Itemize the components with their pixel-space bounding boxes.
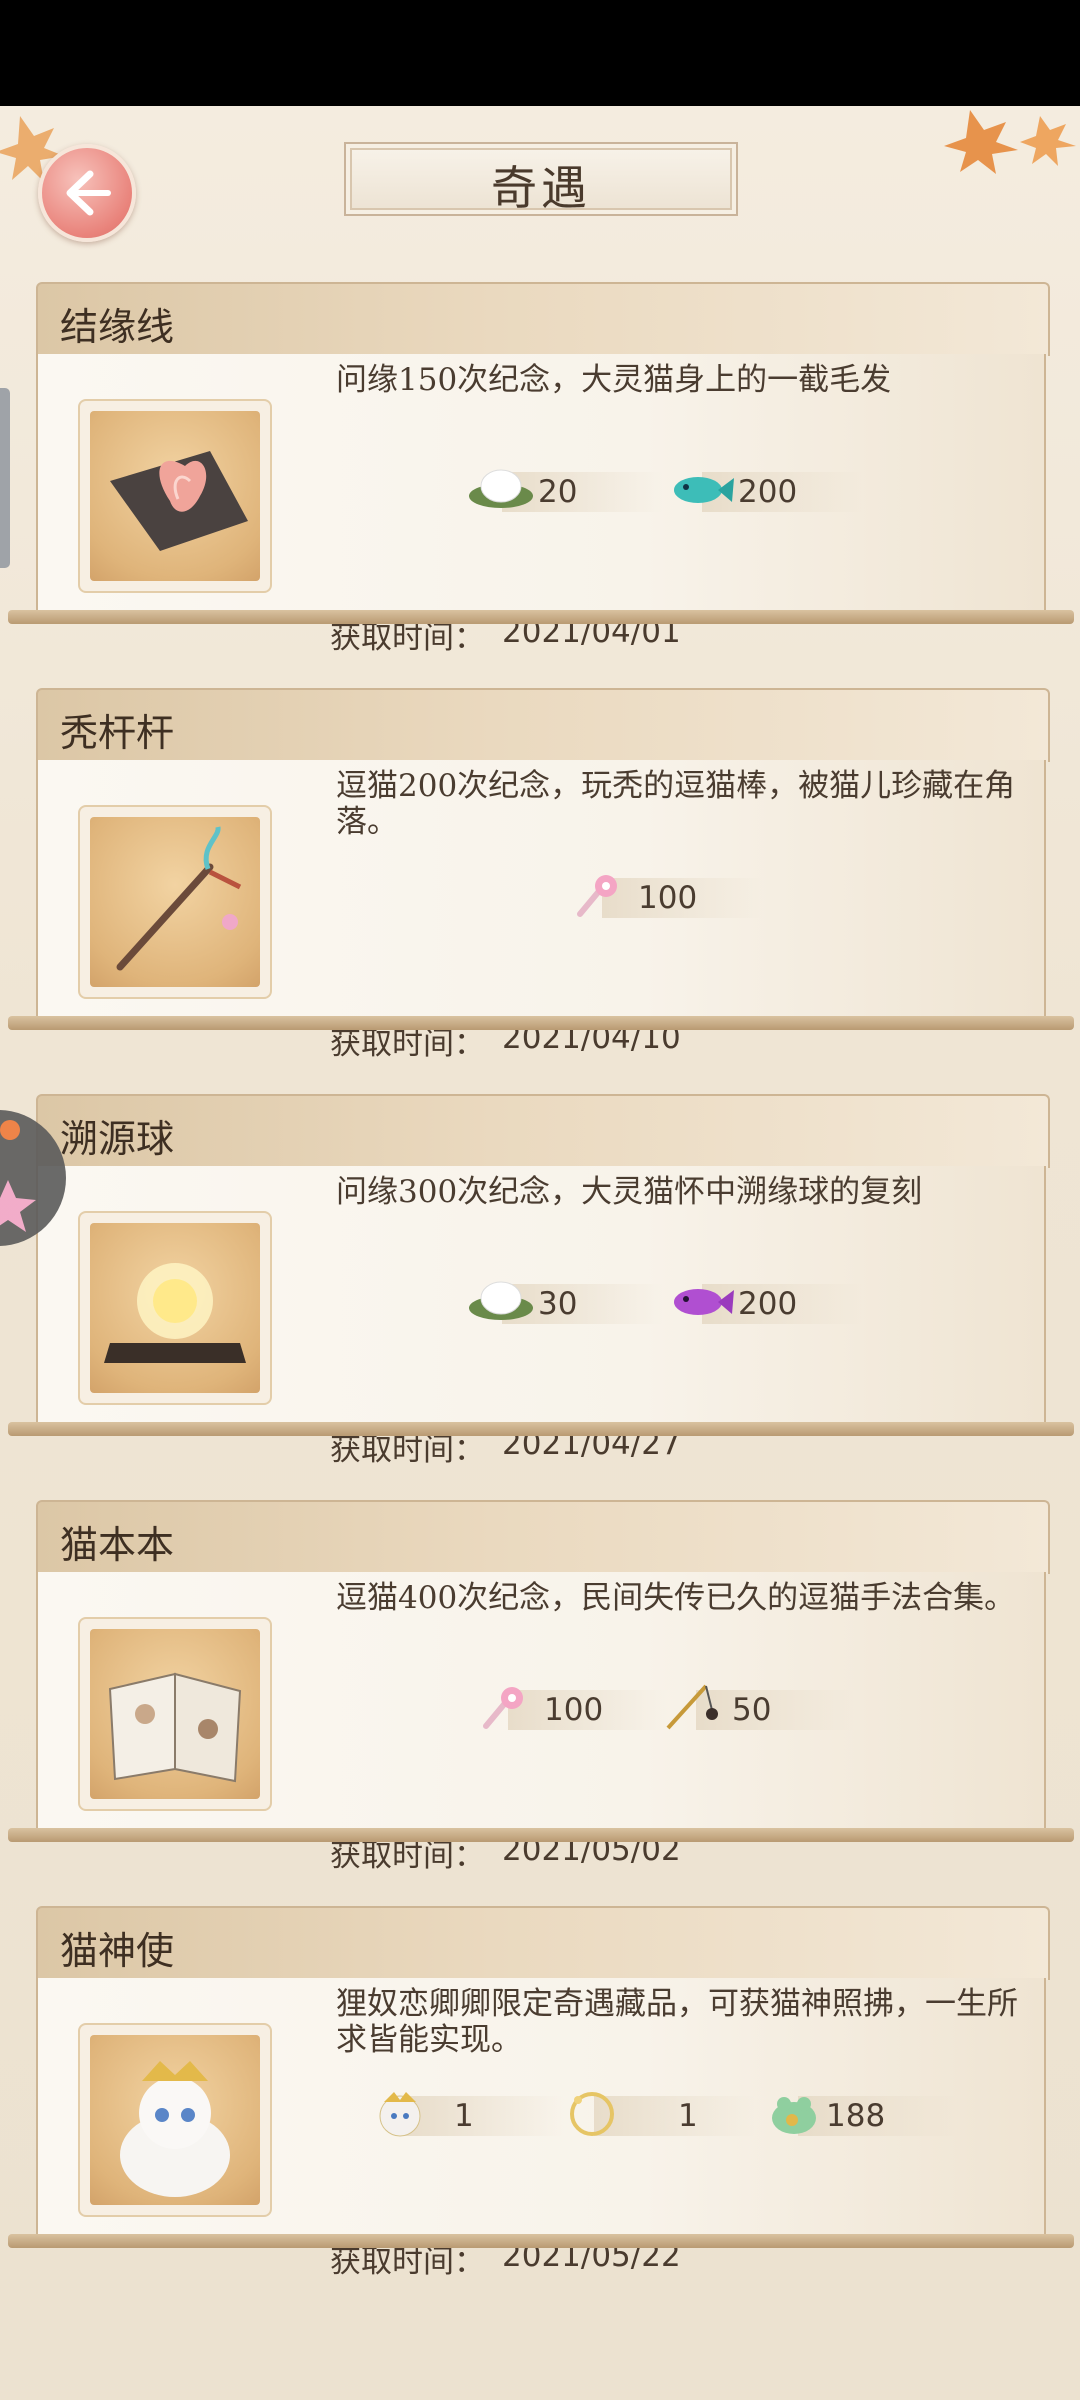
reward-count: 1	[678, 2098, 698, 2134]
collectible-card[interactable]: 秃杆杆 逗猫200次纪念，玩秃的逗猫棒，被猫儿珍藏在角落。 100 获取时间： …	[8, 688, 1074, 1062]
glowing-orb-icon	[104, 1263, 246, 1363]
reward-count: 200	[738, 474, 798, 510]
cat-teaser-stick-icon	[116, 826, 242, 971]
feather-teaser-icon	[666, 1684, 718, 1730]
item-thumbnail	[78, 399, 272, 593]
maple-leaves-decoration-right	[944, 110, 1076, 174]
reward-count: 1	[454, 2098, 474, 2134]
page-title: 奇遇	[491, 161, 591, 215]
reward-item: 200	[666, 468, 886, 512]
reward-item: 100	[472, 1686, 692, 1730]
rice-cake-icon	[469, 469, 533, 508]
card-base	[8, 2234, 1074, 2248]
reward-count: 20	[538, 474, 578, 510]
cat-avatar-icon	[379, 2092, 421, 2137]
status-bar	[0, 0, 1080, 106]
gold-ring-icon	[570, 2092, 614, 2136]
card-body: 逗猫400次纪念，民间失传已久的逗猫手法合集。 100 50 获取时间： 202…	[36, 1572, 1046, 1874]
collectible-card[interactable]: 结缘线 问缘150次纪念，大灵猫身上的一截毛发 20 200 获取时间： 202…	[8, 282, 1074, 656]
item-thumbnail	[78, 2023, 272, 2217]
item-description: 问缘300次纪念，大灵猫怀中溯缘球的复刻	[336, 1174, 923, 1210]
reward-count: 100	[638, 880, 698, 916]
card-base	[8, 1828, 1074, 1842]
card-base	[8, 1016, 1074, 1030]
card-body: 狸奴恋卿卿限定奇遇藏品，可获猫神照拂，一生所求皆能实现。 1 1 188 获取时…	[36, 1978, 1046, 2280]
card-body: 问缘300次纪念，大灵猫怀中溯缘球的复刻 30 200 获取时间： 2021/0…	[36, 1166, 1046, 1468]
card-header: 溯源球	[36, 1094, 1050, 1168]
cat-deity-icon	[120, 2061, 230, 2197]
flower-wand-icon	[483, 1687, 523, 1729]
open-book-icon	[108, 1672, 242, 1783]
rice-cake-icon	[469, 1281, 533, 1320]
reward-item: 1	[558, 2092, 758, 2136]
card-header: 秃杆杆	[36, 688, 1050, 762]
teal-fish-icon	[674, 477, 734, 503]
item-thumbnail	[78, 805, 272, 999]
reward-item: 200	[666, 1280, 886, 1324]
hair-tuft-icon	[110, 451, 248, 551]
collectible-card[interactable]: 猫神使 狸奴恋卿卿限定奇遇藏品，可获猫神照拂，一生所求皆能实现。 1 1 188	[8, 1906, 1074, 2280]
collectible-card[interactable]: 溯源球 问缘300次纪念，大灵猫怀中溯缘球的复刻 30 200 获取时间： 20…	[8, 1094, 1074, 1468]
reward-count: 200	[738, 1286, 798, 1322]
reward-item: 100	[566, 874, 786, 918]
floating-star-icon	[0, 1120, 36, 1232]
card-base	[8, 610, 1074, 624]
reward-item: 1	[368, 2092, 568, 2137]
card-name: 猫本本	[60, 1523, 175, 1567]
back-arrow-icon	[66, 170, 111, 216]
card-body: 问缘150次纪念，大灵猫身上的一截毛发 20 200 获取时间： 2021/04…	[36, 354, 1046, 656]
back-button[interactable]	[38, 144, 136, 242]
purple-fish-icon	[674, 1289, 734, 1315]
card-header: 猫本本	[36, 1500, 1050, 1574]
floating-assistant-button[interactable]	[0, 1110, 66, 1246]
collectible-card[interactable]: 猫本本 逗猫400次纪念，民间失传已久的逗猫手法合集。 100 50 获取时间：…	[8, 1500, 1074, 1874]
item-thumbnail	[78, 1617, 272, 1811]
item-description: 狸奴恋卿卿限定奇遇藏品，可获猫神照拂，一生所求皆能实现。	[336, 1986, 1018, 2058]
reward-item: 50	[660, 1684, 880, 1730]
flower-wand-icon	[577, 875, 617, 917]
page-title-plate: 奇遇	[344, 142, 738, 216]
item-thumbnail	[78, 1211, 272, 1405]
item-description: 逗猫400次纪念，民间失传已久的逗猫手法合集。	[336, 1580, 1016, 1616]
card-name: 猫神使	[60, 1929, 175, 1973]
card-name: 秃杆杆	[60, 711, 175, 755]
card-header: 猫神使	[36, 1906, 1050, 1980]
reward-item: 30	[466, 1280, 686, 1324]
item-description: 逗猫200次纪念，玩秃的逗猫棒，被猫儿珍藏在角落。	[336, 768, 1016, 840]
reward-count: 30	[538, 1286, 578, 1322]
reward-count: 100	[544, 1692, 604, 1728]
reward-count: 50	[732, 1692, 772, 1728]
item-description: 问缘150次纪念，大灵猫身上的一截毛发	[336, 362, 892, 398]
card-name: 溯源球	[60, 1117, 175, 1161]
card-body: 逗猫200次纪念，玩秃的逗猫棒，被猫儿珍藏在角落。 100 获取时间： 2021…	[36, 760, 1046, 1062]
reward-item: 188	[762, 2092, 982, 2136]
card-name: 结缘线	[60, 305, 175, 349]
reward-item: 20	[466, 468, 686, 512]
edge-handle[interactable]	[0, 388, 10, 568]
card-header: 结缘线	[36, 282, 1050, 356]
green-toad-icon	[772, 2097, 816, 2134]
card-base	[8, 1422, 1074, 1436]
reward-count: 188	[826, 2098, 886, 2134]
